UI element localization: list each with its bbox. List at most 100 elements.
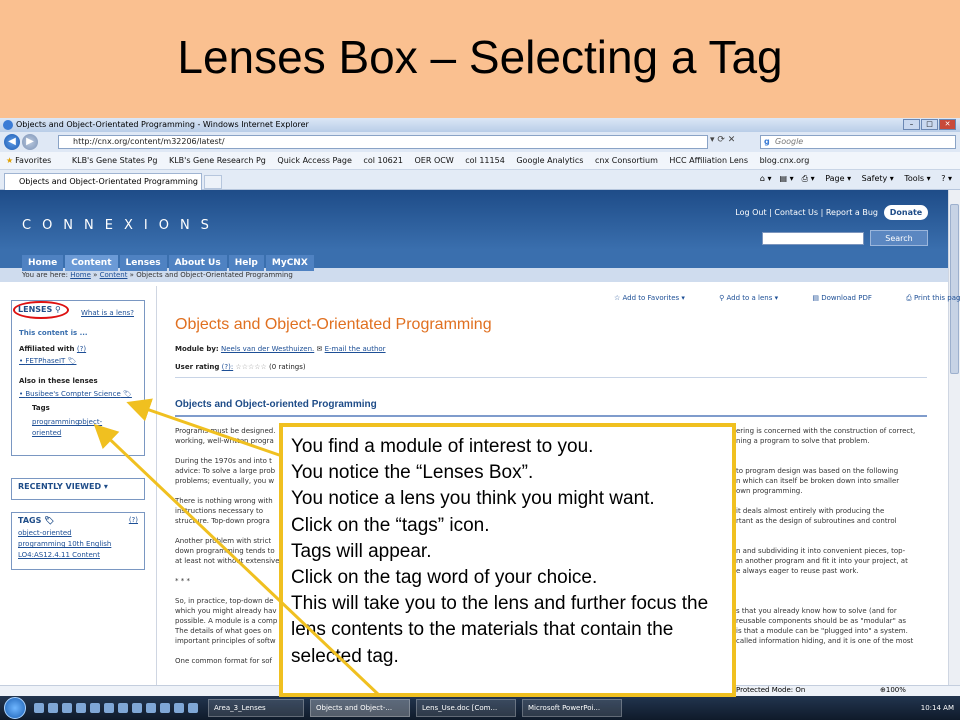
fav-link[interactable]: KLB's Gene States Pg — [72, 156, 158, 165]
body-text-left: Programs must be designed. working, well-… — [175, 426, 285, 696]
site-search-button[interactable]: Search — [870, 230, 928, 246]
quicklaunch-icon[interactable] — [62, 703, 72, 713]
quicklaunch-icon[interactable] — [146, 703, 156, 713]
search-input[interactable]: Google — [760, 135, 956, 149]
quicklaunch-icon[interactable] — [104, 703, 114, 713]
tag-object[interactable]: object- — [78, 418, 102, 426]
safety-menu[interactable]: Safety ▾ — [862, 174, 894, 183]
nav-mycnx[interactable]: MyCNX — [265, 255, 314, 271]
tag-icon[interactable]: 🏷 — [68, 357, 77, 365]
tag-list-line[interactable]: object-oriented — [12, 528, 144, 539]
quicklaunch-icon[interactable] — [188, 703, 198, 713]
body-text-line: is that a module can be "plugged into" a… — [736, 627, 908, 635]
fav-link[interactable]: Quick Access Page — [277, 156, 351, 165]
tag-list-line[interactable]: programming 10th English — [12, 539, 144, 550]
forward-icon[interactable]: ▶ — [22, 134, 38, 150]
home-icon[interactable]: ⌂ ▾ — [760, 174, 772, 183]
fav-link[interactable]: cnx Consortium — [595, 156, 658, 165]
tag-list-line[interactable]: LO4:AS12.4.11 Content — [12, 550, 144, 561]
email-icon[interactable]: ✉ — [317, 345, 323, 353]
zoom-level[interactable]: ⊕ 100% — [880, 686, 906, 694]
tag-programming[interactable]: programming — [32, 418, 80, 426]
affiliated-lens-link[interactable]: • FETPhaseIT 🏷 — [19, 357, 76, 365]
address-field[interactable]: http://cnx.org/content/m32206/latest/ — [58, 135, 708, 149]
tab-active[interactable]: Objects and Object-Orientated Programmin… — [4, 173, 202, 190]
tags-help[interactable]: (?) — [129, 516, 138, 524]
crumb-content[interactable]: Content — [100, 271, 128, 279]
quicklaunch-icon[interactable] — [160, 703, 170, 713]
page-menu[interactable]: Page ▾ — [825, 174, 851, 183]
body-text-line: s that you already know how to solve (an… — [736, 607, 897, 615]
scrollbar[interactable] — [948, 190, 960, 685]
refresh-stop-icons[interactable]: ▾ ⟳ ✕ — [710, 135, 735, 145]
quicklaunch-icon[interactable] — [34, 703, 44, 713]
body-text-line — [736, 496, 931, 506]
nav-home[interactable]: Home — [22, 255, 64, 271]
top-links[interactable]: Log Out | Contact Us | Report a Bug — [735, 208, 878, 217]
help-icon[interactable]: ? ▾ — [941, 174, 952, 183]
fav-link[interactable]: OER OCW — [414, 156, 453, 165]
body-text-line — [175, 586, 285, 596]
body-text-line: n which can itself be broken down into s… — [736, 477, 900, 485]
scroll-thumb[interactable] — [950, 204, 959, 374]
affiliated-help[interactable]: (?) — [77, 345, 86, 353]
start-button[interactable] — [4, 697, 26, 719]
tags-icon[interactable]: 🏷 — [123, 390, 132, 398]
quicklaunch-icon[interactable] — [90, 703, 100, 713]
rating-help[interactable]: (?): — [222, 363, 234, 371]
donate-button[interactable]: Donate — [884, 205, 928, 220]
quicklaunch-icon[interactable] — [174, 703, 184, 713]
nav-about[interactable]: About Us — [168, 255, 227, 271]
recently-viewed-heading[interactable]: RECENTLY VIEWED ▾ — [12, 479, 144, 494]
tag-oriented[interactable]: oriented — [32, 429, 61, 437]
body-text-line: advice: To solve a large prob — [175, 467, 276, 475]
add-to-lens[interactable]: ⚲ Add to a lens ▾ — [719, 294, 794, 302]
also-lens-link[interactable]: • Busibee's Compter Science 🏷 — [19, 390, 132, 398]
site-search-input[interactable] — [762, 232, 864, 245]
tools-menu[interactable]: Tools ▾ — [904, 174, 930, 183]
rating-stars[interactable]: ☆☆☆☆☆ — [235, 363, 266, 371]
clock[interactable]: 10:14 AM — [921, 704, 954, 712]
print-page[interactable]: ⎙ Print this page — [906, 294, 960, 302]
favorites-button[interactable]: ★ Favorites — [6, 156, 60, 165]
cnx-logo[interactable]: CONNEXIONS — [22, 218, 220, 233]
print-icon[interactable]: ⎙ ▾ — [802, 174, 815, 183]
recently-viewed-box[interactable]: RECENTLY VIEWED ▾ — [11, 478, 145, 500]
fav-link[interactable]: col 10621 — [363, 156, 403, 165]
feeds-icon[interactable]: ▤ ▾ — [780, 174, 794, 183]
fav-link[interactable]: col 11154 — [465, 156, 505, 165]
crumb-home[interactable]: Home — [70, 271, 91, 279]
fav-link[interactable]: blog.cnx.org — [760, 156, 810, 165]
body-text-line: it deals almost entirely with producing … — [736, 507, 885, 515]
quicklaunch-icon[interactable] — [48, 703, 58, 713]
task-button[interactable]: Area_3_Lenses — [208, 699, 304, 717]
fav-link[interactable]: HCC Affiliation Lens — [669, 156, 748, 165]
add-to-favorites[interactable]: ☆ Add to Favorites ▾ — [614, 294, 701, 302]
close-button[interactable]: ✕ — [939, 119, 956, 130]
quicklaunch-icon[interactable] — [132, 703, 142, 713]
task-button[interactable]: Microsoft PowerPoi... — [522, 699, 622, 717]
back-icon[interactable]: ◀ — [4, 134, 20, 150]
email-author-link[interactable]: E-mail the author — [325, 345, 386, 353]
ie-icon — [3, 120, 13, 130]
body-text-right: ering is concerned with the construction… — [736, 426, 931, 676]
body-text-line — [175, 486, 285, 496]
nav-help[interactable]: Help — [228, 255, 264, 271]
quicklaunch-icon[interactable] — [118, 703, 128, 713]
callout-line: Click on the tag word of your choice. — [291, 567, 598, 589]
task-button[interactable]: Objects and Object-... — [310, 699, 410, 717]
task-button[interactable]: Lens_Use.doc [Com... — [416, 699, 516, 717]
body-text-line: to program design was based on the follo… — [736, 467, 899, 475]
maximize-button[interactable]: □ — [921, 119, 938, 130]
quicklaunch-icon[interactable] — [76, 703, 86, 713]
fav-link[interactable]: KLB's Gene Research Pg — [169, 156, 266, 165]
fav-link[interactable]: Google Analytics — [516, 156, 583, 165]
nav-content[interactable]: Content — [65, 255, 118, 271]
nav-lenses[interactable]: Lenses — [119, 255, 167, 271]
callout-line: You notice the “Lenses Box”. — [291, 462, 534, 484]
what-is-lens-link[interactable]: What is a lens? — [81, 309, 134, 317]
download-pdf[interactable]: ▤ Download PDF — [812, 294, 888, 302]
author-link[interactable]: Neels van der Westhuizen. — [221, 345, 314, 353]
minimize-button[interactable]: – — [903, 119, 920, 130]
new-tab-button[interactable] — [204, 175, 222, 189]
